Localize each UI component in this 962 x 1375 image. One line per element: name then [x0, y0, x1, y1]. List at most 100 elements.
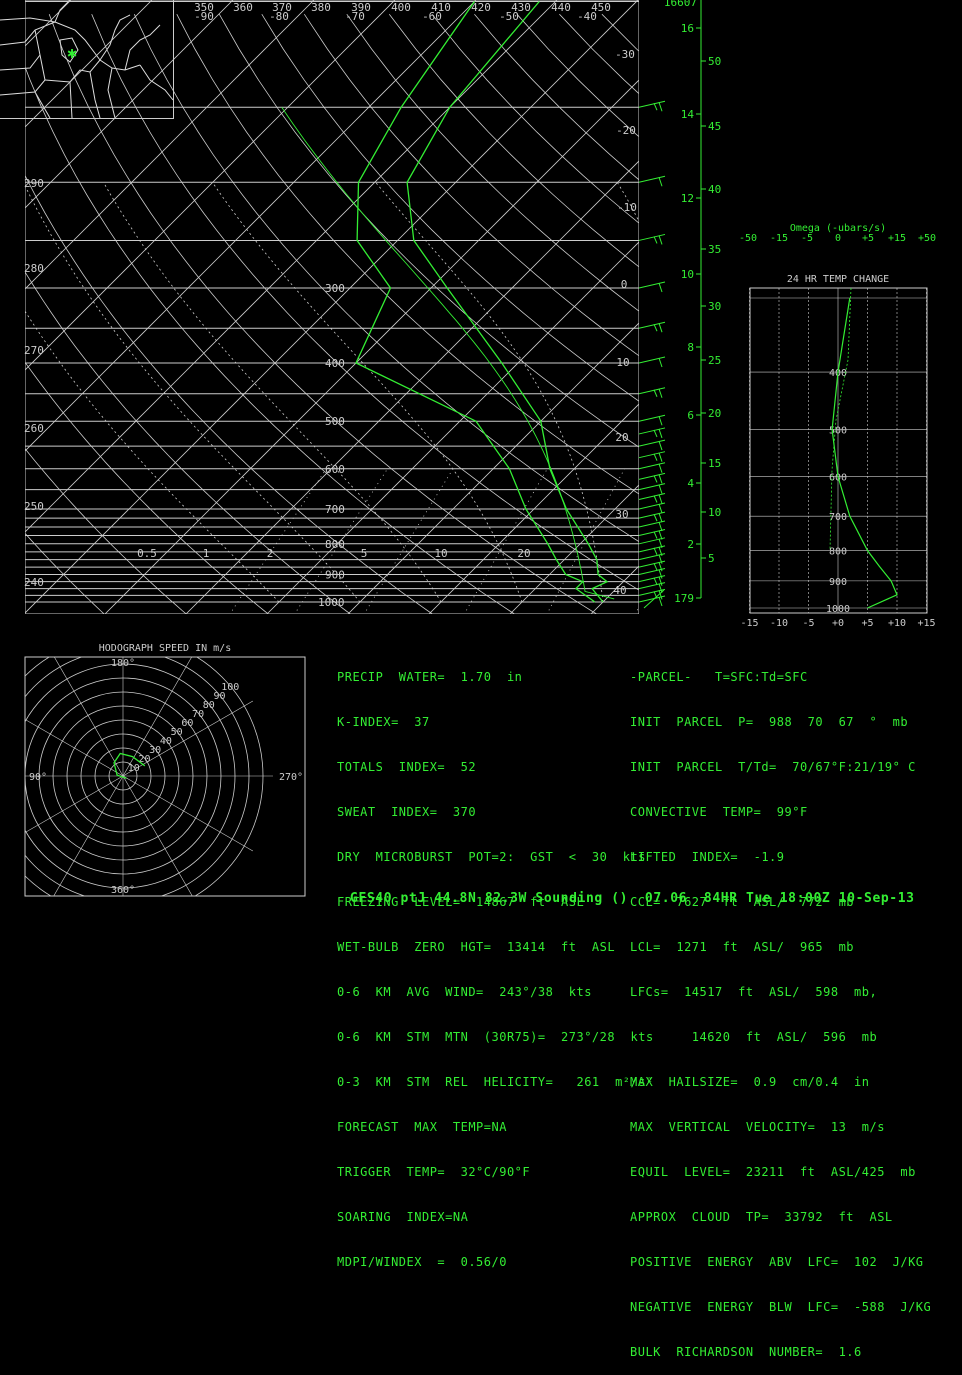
stat-line: INIT PARCEL T/Td= 70/67°F:21/19° C: [630, 760, 931, 775]
kft-label: 25: [708, 354, 721, 367]
mixing-ratio-line: [464, 469, 547, 615]
hodograph-deg-label: 270°: [279, 772, 303, 783]
km-label: 10: [681, 268, 694, 281]
stat-line: LFCs= 14517 ft ASL/ 598 mb,: [630, 985, 931, 1000]
moist-adiabat-line: [212, 182, 522, 602]
temp-header-label: -80: [269, 10, 289, 23]
stat-line: MAX HAILSIZE= 0.9 cm/0.4 in: [630, 1075, 931, 1090]
stat-line: SOARING INDEX=NA: [337, 1210, 654, 1225]
stat-line: LCL= 1271 ft ASL/ 965 mb: [630, 940, 931, 955]
dry-adiabat-line: [772, 14, 962, 615]
stat-line: TRIGGER TEMP= 32°C/90°F: [337, 1165, 654, 1180]
dry-adiabat-line: [7, 14, 516, 615]
hodograph-ring-label: 100: [221, 682, 239, 693]
stat-line: NEGATIVE ENERGY BLW LFC= -588 J/KG: [630, 1300, 931, 1315]
wind-barb: [644, 590, 664, 608]
mixing-ratio-label: 20: [517, 547, 530, 560]
stat-line: INIT PARCEL P= 988 70 67 ° mb: [630, 715, 931, 730]
plot-frame: [25, 0, 639, 614]
kft-label: 35: [708, 243, 721, 256]
dewpoint-trace: [356, 2, 595, 603]
pressure-label: 600: [325, 463, 345, 476]
stat-line: LIFTED INDEX= -1.9: [630, 850, 931, 865]
wind-barbs: [639, 101, 665, 608]
kft-label: 30: [708, 300, 721, 313]
temp-change-pressure-label: 900: [829, 577, 847, 588]
stat-line: MAX VERTICAL VELOCITY= 13 m/s: [630, 1120, 931, 1135]
wind-barb: [639, 440, 665, 446]
hodograph-panel: HODOGRAPH SPEED IN m/s102030405060708090…: [0, 626, 305, 912]
dry-adiabat-line: [0, 14, 187, 615]
theta-header-label: 420: [471, 1, 491, 14]
mixing-ratio-label: 1: [203, 547, 210, 560]
kft-label: 10: [708, 506, 721, 519]
wind-barb: [659, 389, 662, 398]
wind-barb: [654, 236, 657, 243]
temp-right-label: 20: [615, 431, 628, 444]
temp-change-x-label: +0: [832, 618, 844, 629]
isotherm-line: [23, 0, 664, 615]
wind-barb: [654, 514, 657, 521]
wind-barb: [659, 504, 662, 513]
pressure-label: 900: [325, 569, 345, 582]
pressure-label: 500: [325, 415, 345, 428]
km-label: 8: [687, 341, 694, 354]
km-label: 6: [687, 409, 694, 422]
omega-scale-label: -15: [770, 233, 788, 244]
temperature-trace: [407, 2, 607, 603]
omega-scale-label: +15: [888, 233, 906, 244]
sounding-footer: GFS40 ptJ 44.8N 82.3W Sounding () 07.06 …: [350, 891, 915, 906]
wind-barb: [654, 324, 657, 331]
wind-barb: [639, 452, 665, 458]
kft-label: 5: [708, 552, 715, 565]
mixing-ratio-line: [230, 469, 327, 615]
isotherm-line: [509, 0, 962, 615]
temp-right-label: 30: [615, 508, 628, 521]
stat-line: SWEAT INDEX= 370: [337, 805, 654, 820]
km-label: 16: [681, 22, 694, 35]
pressure-label: 300: [325, 282, 345, 295]
km-label: 179: [674, 592, 694, 605]
theta-side-label: 270: [24, 344, 44, 357]
km-label: 2: [687, 538, 694, 551]
isotherm-line: [0, 0, 502, 615]
wind-barb: [639, 493, 665, 499]
stat-line: FORECAST MAX TEMP=NA: [337, 1120, 654, 1135]
temp-right-label: -20: [616, 124, 636, 137]
omega-scale-label: -5: [801, 233, 813, 244]
temp-right-label: -10: [617, 201, 637, 214]
temp-header-label: -90: [194, 10, 214, 23]
pressure-label: 1000: [318, 596, 345, 609]
wind-barb: [639, 428, 665, 434]
temp-change-trace: [832, 298, 897, 608]
pressure-label: 700: [325, 503, 345, 516]
stat-line: -PARCEL- T=SFC:Td=SFC: [630, 670, 931, 685]
temp-change-x-label: -15: [740, 618, 758, 629]
dry-adiabat-line: [0, 14, 351, 615]
mixing-ratio-label: 2: [267, 547, 274, 560]
wind-barb: [639, 521, 665, 527]
mixing-ratio-label: 5: [361, 547, 368, 560]
dry-adiabat-line: [219, 14, 926, 615]
kft-label: 50: [708, 55, 721, 68]
km-label: 4: [687, 477, 694, 490]
dry-adiabat-line: [644, 14, 962, 615]
wind-barb: [654, 103, 657, 110]
temp-change-frame: [750, 288, 927, 613]
theta-header-label: 440: [551, 1, 571, 14]
temp-change-title: 24 HR TEMP CHANGE: [787, 274, 889, 285]
wind-barb: [639, 576, 665, 582]
dry-adiabat-line: [474, 14, 962, 615]
wind-barb: [659, 453, 662, 462]
temp-change-x-label: +15: [917, 618, 935, 629]
wind-barb: [659, 441, 662, 450]
temp-change-x-label: +5: [861, 618, 873, 629]
wind-barb: [639, 101, 665, 107]
omega-scale-label: 0: [835, 233, 841, 244]
isotherm-line: [752, 0, 962, 615]
wind-barb: [659, 485, 662, 494]
theta-header-label: 400: [391, 1, 411, 14]
height-axis-top-label: 16607: [664, 0, 697, 9]
theta-header-label: 380: [311, 1, 331, 14]
wind-barb: [639, 503, 665, 509]
